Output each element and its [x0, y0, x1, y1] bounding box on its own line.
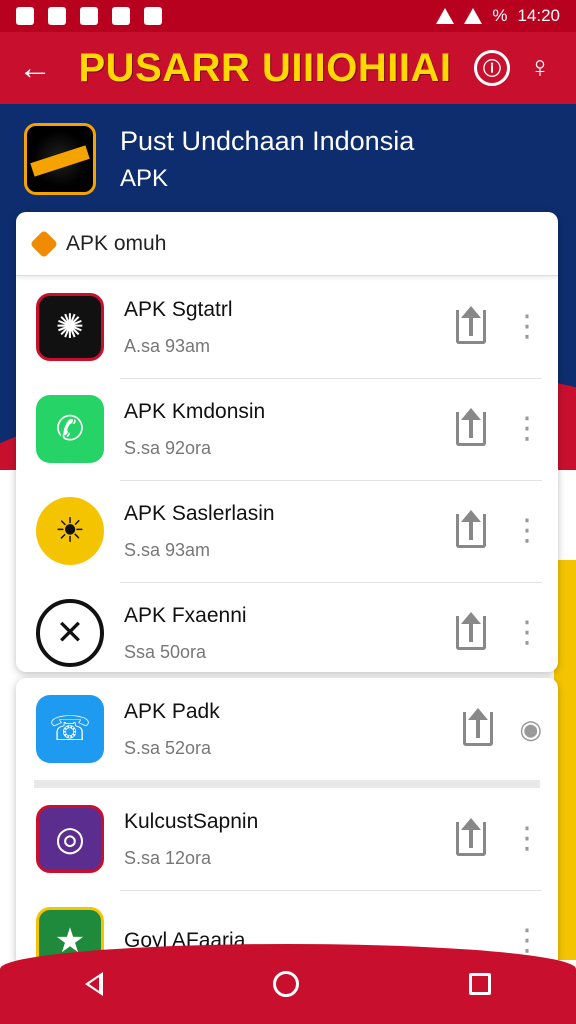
- status-bar: % 14:20: [0, 0, 576, 32]
- list-item-subtitle: A.sa 93am: [124, 335, 211, 356]
- more-options-icon[interactable]: ⋮: [512, 824, 542, 854]
- page-header: Pust Undchaan Indonsia APK: [0, 104, 576, 214]
- list-item[interactable]: ✕ APK Fxaenni Ssa 50ora ⋮: [16, 582, 558, 672]
- list-item-title: APK Fxaenni: [124, 603, 247, 627]
- emblem-icon: ✺: [36, 293, 104, 361]
- sun-emblem-icon: ☀: [36, 497, 104, 565]
- list-item-subtitle: S.sa 92ora: [124, 437, 212, 458]
- notification-icons: [16, 7, 162, 25]
- brand-logo: [24, 123, 96, 195]
- list-item-title: APK Kmdonsin: [124, 399, 266, 423]
- list-item[interactable]: ☀ APK Saslerlasin S.sa 93am ⋮: [16, 480, 558, 582]
- notification-icon: [80, 7, 98, 25]
- apk-list-card: APK omuh ✺ APK Sgtatrl A.sa 93am ⋮ ✆ APK…: [16, 212, 558, 672]
- chat-bubble-icon: ☏: [36, 695, 104, 763]
- status-time: 14:20: [517, 6, 560, 25]
- card-header-label: APK omuh: [66, 231, 167, 255]
- more-options-icon[interactable]: ⋮: [512, 926, 542, 956]
- list-item-title: KulcustSapnin: [124, 809, 259, 833]
- list-item-subtitle: Ssa 50ora: [124, 641, 207, 662]
- nav-back-icon[interactable]: [85, 972, 103, 996]
- page-title: Pust Undchaan Indonsia: [120, 125, 415, 156]
- notification-icon: [144, 7, 162, 25]
- upload-icon[interactable]: [463, 712, 494, 746]
- divider: [34, 780, 540, 788]
- game-icon: ◎: [36, 805, 104, 873]
- signal-icon: [464, 8, 483, 24]
- nav-home-icon[interactable]: [273, 971, 299, 997]
- tag-icon: [29, 229, 59, 258]
- upload-icon[interactable]: [456, 616, 486, 650]
- header-text: Pust Undchaan Indonsia APK: [120, 126, 414, 193]
- more-options-icon[interactable]: ⋮: [512, 618, 542, 648]
- upload-icon[interactable]: [456, 514, 486, 548]
- eye-icon[interactable]: ◉: [519, 714, 542, 745]
- list-item-subtitle: S.sa 12ora: [124, 847, 212, 868]
- more-options-icon[interactable]: ⋮: [512, 312, 542, 342]
- system-icons: % 14:20: [436, 6, 560, 26]
- phone-chat-icon: ✆: [36, 395, 104, 463]
- list-item-title: APK Sgtatrl: [124, 297, 233, 321]
- upload-icon[interactable]: [456, 412, 486, 446]
- list-item[interactable]: ✺ APK Sgtatrl A.sa 93am ⋮: [16, 276, 558, 378]
- battery-indicator: %: [492, 6, 508, 25]
- upload-icon[interactable]: [456, 822, 486, 856]
- back-arrow-icon[interactable]: ←: [18, 49, 68, 88]
- list-item-title: APK Saslerlasin: [124, 501, 275, 525]
- notification-icon: [48, 7, 66, 25]
- wifi-icon: [436, 8, 455, 24]
- list-item[interactable]: ☏ APK Padk S.sa 52ora ◉: [16, 678, 558, 780]
- more-options-icon[interactable]: ⋮: [512, 516, 542, 546]
- notification-icon: [112, 7, 130, 25]
- list-item-title: APK Padk: [124, 699, 220, 723]
- info-icon[interactable]: ⓘ: [474, 50, 510, 86]
- apk-list-card-2: ☏ APK Padk S.sa 52ora ◉ ◎ KulcustSapnin …: [16, 678, 558, 968]
- system-navigation-bar: [0, 944, 576, 1024]
- list-item[interactable]: ◎ KulcustSapnin S.sa 12ora ⋮: [16, 788, 558, 890]
- more-options-icon[interactable]: ⋮: [512, 414, 542, 444]
- list-item-subtitle: S.sa 93am: [124, 539, 211, 560]
- app-bar: ← PUSARR UIIIOHIIAI ⓘ ♀: [0, 32, 576, 104]
- card-header: APK omuh: [16, 212, 558, 276]
- list-item[interactable]: ✆ APK Kmdonsin S.sa 92ora ⋮: [16, 378, 558, 480]
- notification-icon: [16, 7, 34, 25]
- upload-icon[interactable]: [456, 310, 486, 344]
- nav-recent-apps-icon[interactable]: [469, 973, 491, 995]
- list-item-subtitle: S.sa 52ora: [124, 737, 212, 758]
- x-circle-icon: ✕: [36, 599, 104, 667]
- page-subtitle: APK: [120, 164, 169, 192]
- help-pin-icon[interactable]: ♀: [522, 50, 558, 86]
- app-title: PUSARR UIIIOHIIAI: [78, 45, 452, 90]
